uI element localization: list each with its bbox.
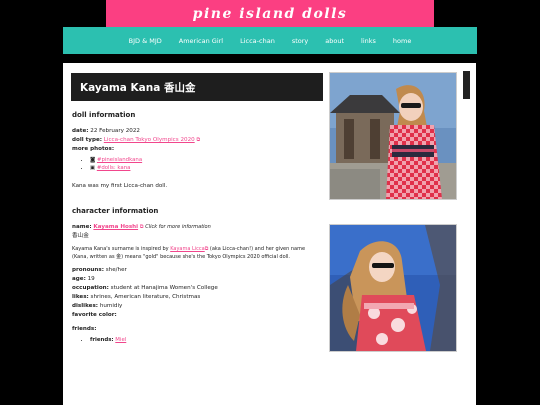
top-nav: BJD & MJD American Girl Licca-chan story… xyxy=(63,27,477,54)
list-item: friends: Miel xyxy=(90,336,322,344)
date-label: date: xyxy=(72,128,89,134)
occupation-value: student at Hanajima Women's College xyxy=(110,285,218,291)
dislikes-label: dislikes: xyxy=(72,303,99,309)
name-note: Click for more information xyxy=(145,224,211,230)
doll-type-row: doll type: Licca-chan Tokyo Olympics 202… xyxy=(72,136,322,145)
doll-photo-trees[interactable] xyxy=(329,224,457,352)
likes-row: likes: shrines, American literature, Chr… xyxy=(72,293,322,302)
nav-licca-chan[interactable]: Licca-chan xyxy=(240,37,275,45)
page-title: Kayama Kana 香山金 xyxy=(80,81,196,94)
age-value: 19 xyxy=(87,276,95,282)
favorite-color-row: favorite color: xyxy=(72,311,322,320)
name-link[interactable]: Kayama Hoshi xyxy=(93,224,138,230)
doll-photo-trees-image xyxy=(330,225,456,351)
tag-link[interactable]: #dolls: kana xyxy=(97,165,131,171)
instagram-link[interactable]: #pineislandkana xyxy=(97,157,142,163)
doll-note: Kana was my first Licca-chan doll. xyxy=(72,183,168,189)
bio-text: Kayama Kana's surname is inspired by Kay… xyxy=(72,246,322,261)
more-photos-label: more photos: xyxy=(72,146,115,152)
nav-home[interactable]: home xyxy=(393,37,411,45)
occupation-row: occupation: student at Hanajima Women's … xyxy=(72,284,322,293)
friends-row: friends: xyxy=(72,325,322,334)
doll-photo-shrine[interactable] xyxy=(329,72,457,200)
external-link-icon: ⧉ xyxy=(196,137,201,143)
nav-american-girl[interactable]: American Girl xyxy=(179,37,223,45)
site-banner: pine island dolls xyxy=(106,0,434,27)
likes-value: shrines, American literature, Christmas xyxy=(90,294,201,300)
nav-links[interactable]: links xyxy=(361,37,376,45)
doll-type-link[interactable]: Licca-chan Tokyo Olympics 2020 xyxy=(104,137,195,143)
dislikes-value: humidiy xyxy=(99,303,123,309)
nav-story[interactable]: story xyxy=(292,37,308,45)
pronouns-label: pronouns: xyxy=(72,267,104,273)
character-info-heading: character information xyxy=(72,207,159,215)
name-label: name: xyxy=(72,224,92,230)
list-item: ▣ #dolls: kana xyxy=(90,164,322,172)
photo-links-list: ◙ #pineislandkana ▣ #dolls: kana xyxy=(72,156,322,172)
bio-link[interactable]: Kayama Licca xyxy=(170,246,205,252)
doll-photo-shrine-image xyxy=(330,73,456,199)
photos-row: more photos: xyxy=(72,145,322,154)
age-row: age: 19 xyxy=(72,275,322,284)
occupation-label: occupation: xyxy=(72,285,109,291)
doll-info-heading: doll information xyxy=(72,111,136,119)
pronouns-row: pronouns: she/her xyxy=(72,266,322,275)
friend-link-miel[interactable]: Miel xyxy=(115,337,126,343)
page-title-bar: Kayama Kana 香山金 xyxy=(71,73,323,101)
date-row: date: 22 February 2022 xyxy=(72,127,322,136)
content-page: Kayama Kana 香山金 doll information date: 2… xyxy=(63,63,476,405)
name-row: name: Kayama Hoshi ⧉ Click for more info… xyxy=(72,223,322,232)
age-label: age: xyxy=(72,276,86,282)
dislikes-row: dislikes: humidiy xyxy=(72,302,322,311)
name-kanji: 香山金 xyxy=(72,233,89,239)
list-item: ◙ #pineislandkana xyxy=(90,156,322,164)
likes-label: likes: xyxy=(72,294,89,300)
friends-label: friends: xyxy=(72,326,97,332)
doll-type-label: doll type: xyxy=(72,137,102,143)
scrollbar[interactable] xyxy=(463,71,470,99)
nav-bjd-mjd[interactable]: BJD & MJD xyxy=(129,37,162,45)
main-content: doll information date: 22 February 2022 … xyxy=(72,111,322,344)
tag-icon: ▣ xyxy=(90,165,96,171)
instagram-icon: ◙ xyxy=(90,157,96,163)
date-value: 22 February 2022 xyxy=(90,128,140,134)
site-title[interactable]: pine island dolls xyxy=(193,6,348,22)
friends-item-label: friends: xyxy=(90,337,114,343)
external-link-icon: ⧉ xyxy=(139,224,144,230)
bio-part-1: Kayama Kana's surname is inspired by xyxy=(72,246,171,252)
nav-about[interactable]: about xyxy=(325,37,344,45)
friends-list: friends: Miel xyxy=(72,336,322,344)
favorite-color-label: favorite color: xyxy=(72,312,117,318)
pronouns-value: she/her xyxy=(105,267,127,273)
